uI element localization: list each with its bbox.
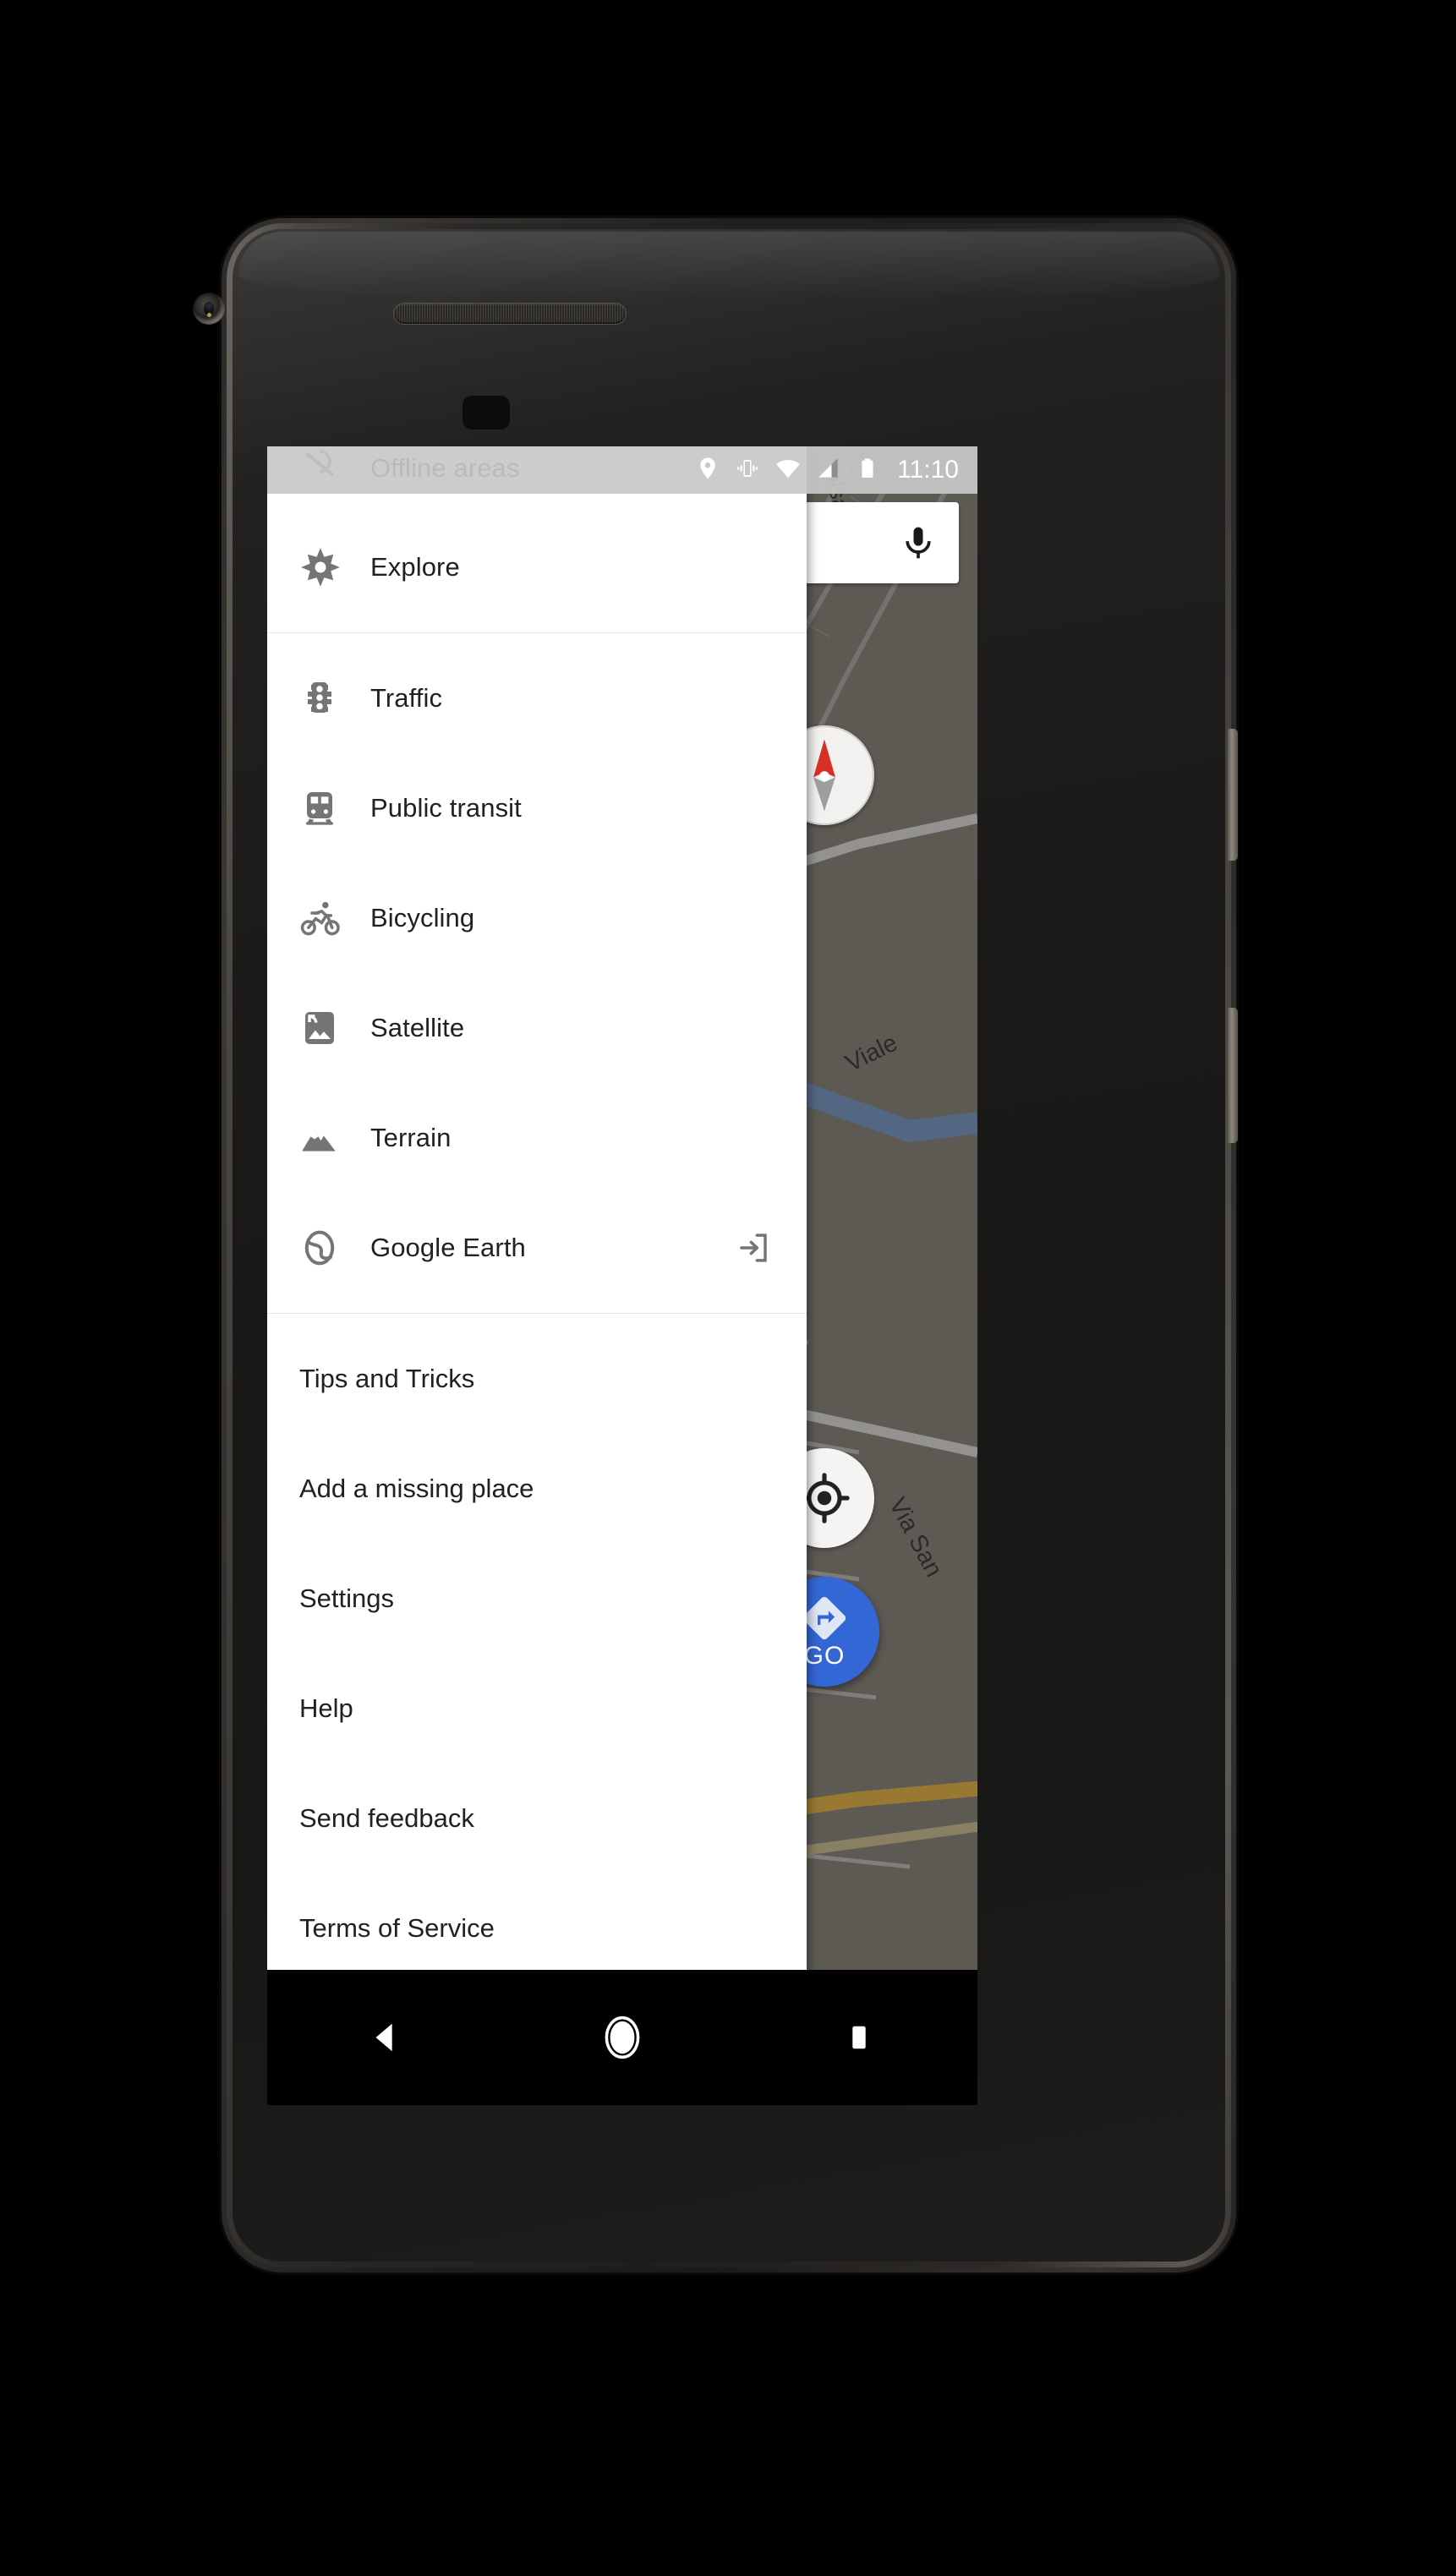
drawer-item-settings[interactable]: Settings (267, 1544, 807, 1654)
drawer-divider (267, 632, 807, 633)
drawer-item-public-transit[interactable]: Public transit (267, 753, 807, 863)
status-bar-clock: 11:10 (897, 456, 959, 484)
status-bar: 11:10 (267, 446, 977, 494)
drawer-item-terms-of-service[interactable]: Terms of Service (267, 1873, 807, 1983)
drawer-divider (267, 1313, 807, 1314)
phone-screen: alsa Via Viale Brigata Marc Viale Via Sa… (267, 446, 977, 2105)
drawer-item-label: Help (299, 1693, 353, 1723)
explore-icon (299, 546, 370, 588)
drawer-item-label: Public transit (370, 793, 522, 823)
traffic-light-icon (299, 678, 370, 719)
volume-button[interactable] (1228, 1008, 1238, 1143)
android-navigation-bar (267, 1970, 977, 2105)
drawer-item-send-feedback[interactable]: Send feedback (267, 1764, 807, 1873)
open-external-icon[interactable] (736, 1230, 771, 1266)
drawer-item-satellite[interactable]: Satellite (267, 973, 807, 1083)
drawer-item-label: Google Earth (370, 1233, 526, 1262)
drawer-item-label: Satellite (370, 1013, 465, 1042)
drawer-item-traffic[interactable]: Traffic (267, 643, 807, 753)
satellite-image-icon (299, 1008, 370, 1048)
bicycle-icon (299, 897, 370, 939)
go-button-label: GO (803, 1642, 846, 1670)
directions-arrow-icon (802, 1596, 846, 1640)
power-button[interactable] (1228, 729, 1238, 861)
recents-square-icon[interactable] (796, 1970, 922, 2105)
wifi-icon (775, 455, 802, 486)
vibrate-icon (735, 456, 760, 485)
camera-lens-glint (207, 313, 211, 317)
battery-icon (856, 457, 879, 484)
google-earth-icon (299, 1228, 370, 1268)
drawer-item-explore[interactable]: Explore (267, 512, 807, 622)
home-circle-icon[interactable] (559, 1970, 686, 2105)
drawer-item-help[interactable]: Help (267, 1654, 807, 1764)
drawer-item-tips-and-tricks[interactable]: Tips and Tricks (267, 1324, 807, 1434)
drawer-item-label: Send feedback (299, 1803, 474, 1833)
drawer-item-bicycling[interactable]: Bicycling (267, 863, 807, 973)
location-pin-icon (695, 456, 720, 485)
drawer-item-terrain[interactable]: Terrain (267, 1083, 807, 1193)
drawer-item-label: Settings (299, 1583, 395, 1613)
earpiece-speaker (393, 303, 627, 325)
navigation-drawer[interactable]: Offline areas Explore (267, 446, 807, 2105)
train-icon (299, 788, 370, 829)
drawer-item-add-a-missing-place[interactable]: Add a missing place (267, 1434, 807, 1544)
front-camera (193, 293, 225, 325)
drawer-scroll-content: Offline areas Explore (267, 446, 807, 1983)
drawer-item-label: Explore (370, 552, 460, 582)
mic-icon[interactable] (900, 521, 937, 565)
drawer-item-label: Terrain (370, 1123, 452, 1152)
drawer-item-label: Tips and Tricks (299, 1364, 475, 1393)
signal-icon (816, 456, 841, 485)
terrain-mountain-icon (299, 1117, 370, 1159)
back-triangle-icon[interactable] (322, 1970, 449, 2105)
proximity-sensor (463, 396, 510, 429)
drawer-item-label: Terms of Service (299, 1913, 495, 1943)
drawer-item-label: Bicycling (370, 903, 475, 933)
drawer-item-label: Traffic (370, 683, 443, 713)
drawer-item-google-earth[interactable]: Google Earth (267, 1193, 807, 1303)
drawer-item-label: Add a missing place (299, 1474, 534, 1503)
